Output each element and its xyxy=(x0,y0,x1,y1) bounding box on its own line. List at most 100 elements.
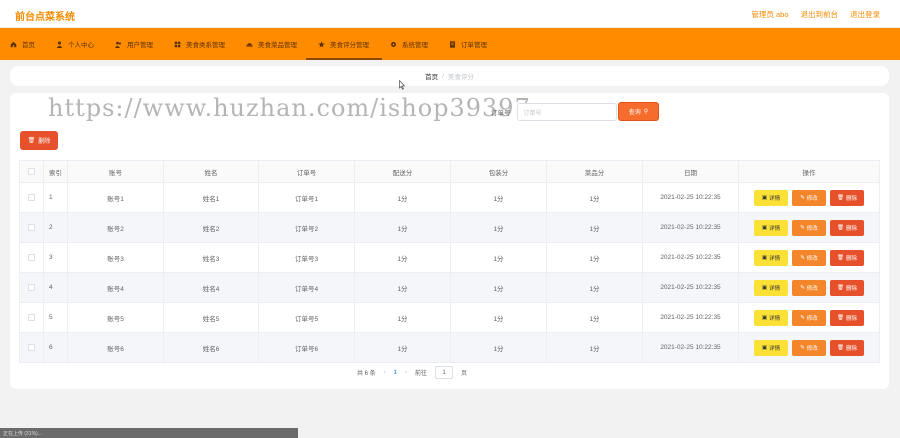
row-checkbox[interactable] xyxy=(28,283,35,291)
nav-item-orders[interactable]: 订单管理 xyxy=(445,28,504,60)
cell-account: 账号6 xyxy=(67,332,164,363)
cell-package-score: 1分 xyxy=(450,212,547,243)
cell-actions: ▣ 详情 ✎ 修改 🗑 删除 xyxy=(738,302,880,333)
table-header-row: 索引 账号 姓名 订单号 配送分 包装分 菜品分 日期 操作 xyxy=(19,160,880,183)
row-checkbox[interactable] xyxy=(28,253,35,261)
edit-label: 修改 xyxy=(806,315,818,322)
edit-icon: ✎ xyxy=(800,254,805,261)
nav-item-system[interactable]: 系统管理 xyxy=(386,28,445,60)
order-number-input[interactable]: 订单号 xyxy=(516,103,617,121)
cell-delivery-score: 1分 xyxy=(354,332,451,363)
nav-item-profile[interactable]: 个人中心 xyxy=(52,28,111,60)
trash-icon: 🗑 xyxy=(837,344,844,351)
cell-dish-score: 1分 xyxy=(546,182,643,213)
cell-account: 账号2 xyxy=(67,212,164,243)
prev-page-icon[interactable]: ‹ xyxy=(384,370,386,376)
detail-label: 详情 xyxy=(769,345,781,352)
delete-button[interactable]: 🗑 删除 xyxy=(830,279,864,296)
nav-item-food-category[interactable]: 美食类系管理 xyxy=(170,28,242,60)
delete-button[interactable]: 🗑 删除 xyxy=(830,249,864,266)
page-jump-input[interactable]: 1 xyxy=(435,366,454,379)
query-button[interactable]: 查询 ⚲ xyxy=(618,102,659,121)
row-checkbox[interactable] xyxy=(28,193,35,201)
cell-actions: ▣ 详情 ✎ 修改 🗑 删除 xyxy=(738,272,880,303)
delete-button[interactable]: 🗑 删除 xyxy=(830,219,864,236)
home-icon xyxy=(10,41,17,48)
cell-delivery-score: 1分 xyxy=(354,272,451,303)
edit-icon: ✎ xyxy=(800,344,805,351)
cell-delivery-score: 1分 xyxy=(354,242,451,273)
detail-button[interactable]: ▣ 详情 xyxy=(754,309,788,326)
edit-button[interactable]: ✎ 修改 xyxy=(792,339,826,356)
cell-package-score: 1分 xyxy=(450,302,547,333)
star-icon xyxy=(318,40,325,48)
detail-icon: ▣ xyxy=(761,344,768,351)
col-dish-score: 菜品分 xyxy=(546,160,643,183)
detail-button[interactable]: ▣ 详情 xyxy=(754,249,788,266)
page-number-current[interactable]: 1 xyxy=(394,370,397,376)
select-all-checkbox[interactable] xyxy=(28,167,35,175)
query-button-label: 查询 xyxy=(628,110,641,116)
detail-label: 详情 xyxy=(769,255,781,262)
row-checkbox[interactable] xyxy=(28,313,35,321)
nav-item-label: 系统管理 xyxy=(402,42,428,49)
edit-button[interactable]: ✎ 修改 xyxy=(792,189,826,206)
cell-index: 5 xyxy=(43,302,68,333)
category-icon xyxy=(174,41,181,48)
edit-label: 修改 xyxy=(806,285,818,292)
delete-label: 删除 xyxy=(845,195,857,202)
select-all-cell xyxy=(19,160,44,183)
breadcrumb-home[interactable]: 首页 xyxy=(425,71,438,81)
search-icon: ⚲ xyxy=(643,109,649,115)
nav-item-dishes[interactable]: 美食菜品管理 xyxy=(242,28,314,60)
row-select-cell xyxy=(19,212,44,243)
detail-button[interactable]: ▣ 详情 xyxy=(754,339,788,356)
cell-delivery-score: 1分 xyxy=(354,302,451,333)
table-row: 1 账号1 姓名1 订单号1 1分 1分 1分 2021-02-25 10:22… xyxy=(19,182,880,213)
nav-item-ratings[interactable]: 美食评分管理 xyxy=(306,28,386,60)
cell-account: 账号1 xyxy=(67,182,164,213)
delete-label: 删除 xyxy=(845,345,857,352)
nav-item-label: 个人中心 xyxy=(68,42,94,49)
page-unit-label: 页 xyxy=(461,371,468,377)
admin-user-label: 管理员 abo xyxy=(751,10,789,19)
delete-button[interactable]: 🗑 删除 xyxy=(830,339,864,356)
cell-package-score: 1分 xyxy=(450,182,547,213)
row-select-cell xyxy=(19,242,44,273)
cell-actions: ▣ 详情 ✎ 修改 🗑 删除 xyxy=(738,332,880,363)
logout-link[interactable]: 退出登录 xyxy=(850,9,880,20)
top-links: 管理员 abo 退出到前台 退出登录 xyxy=(751,9,880,20)
cell-dish-score: 1分 xyxy=(546,242,643,273)
table-row: 2 账号2 姓名2 订单号2 1分 1分 1分 2021-02-25 10:22… xyxy=(19,212,880,243)
batch-delete-button[interactable]: 🗑 删除 xyxy=(20,131,58,150)
delete-button[interactable]: 🗑 删除 xyxy=(830,189,864,206)
next-page-icon[interactable]: › xyxy=(405,370,407,376)
edit-label: 修改 xyxy=(806,195,818,202)
cell-order-no: 订单号2 xyxy=(258,212,355,243)
cell-package-score: 1分 xyxy=(450,272,547,303)
detail-button[interactable]: ▣ 详情 xyxy=(754,219,788,236)
user-icon xyxy=(56,41,63,48)
edit-label: 修改 xyxy=(806,255,818,262)
nav-item-users[interactable]: 用户管理 xyxy=(111,28,170,60)
edit-button[interactable]: ✎ 修改 xyxy=(792,249,826,266)
detail-button[interactable]: ▣ 详情 xyxy=(754,279,788,296)
pagination-total: 共 6 条 xyxy=(357,371,376,377)
main-nav: 首页 个人中心 用户管理 美食类系管理 美食菜品管理 美食评分管理 系统管理 订… xyxy=(0,28,900,60)
row-checkbox[interactable] xyxy=(28,223,35,231)
edit-button[interactable]: ✎ 修改 xyxy=(792,309,826,326)
cell-index: 6 xyxy=(43,332,68,363)
edit-button[interactable]: ✎ 修改 xyxy=(792,279,826,296)
goto-label: 前往 xyxy=(415,371,428,377)
nav-item-home[interactable]: 首页 xyxy=(6,28,52,60)
detail-icon: ▣ xyxy=(761,224,768,231)
row-checkbox[interactable] xyxy=(28,343,35,351)
back-to-front-link[interactable]: 退出到前台 xyxy=(801,9,839,20)
row-select-cell xyxy=(19,302,44,333)
cell-order-no: 订单号6 xyxy=(258,332,355,363)
delete-button[interactable]: 🗑 删除 xyxy=(830,309,864,326)
detail-button[interactable]: ▣ 详情 xyxy=(754,189,788,206)
table-row: 5 账号5 姓名5 订单号5 1分 1分 1分 2021-02-25 10:22… xyxy=(19,302,880,333)
cell-name: 姓名3 xyxy=(163,242,259,273)
edit-button[interactable]: ✎ 修改 xyxy=(792,219,826,236)
